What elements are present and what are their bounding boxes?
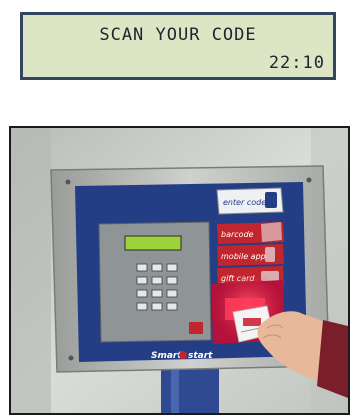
svg-text:mobile app: mobile app	[221, 252, 266, 261]
svg-text:Smart: Smart	[151, 351, 182, 361]
kiosk-photo: enter code barcode mobile app gift card …	[9, 126, 350, 415]
lcd-time: 22:10	[268, 53, 325, 73]
svg-text:enter code: enter code	[223, 198, 266, 207]
svg-text:barcode: barcode	[221, 230, 254, 239]
lcd-message: SCAN YOUR CODE	[99, 25, 257, 45]
svg-text:start: start	[188, 351, 213, 361]
lcd-display: SCAN YOUR CODE 22:10	[20, 12, 336, 80]
